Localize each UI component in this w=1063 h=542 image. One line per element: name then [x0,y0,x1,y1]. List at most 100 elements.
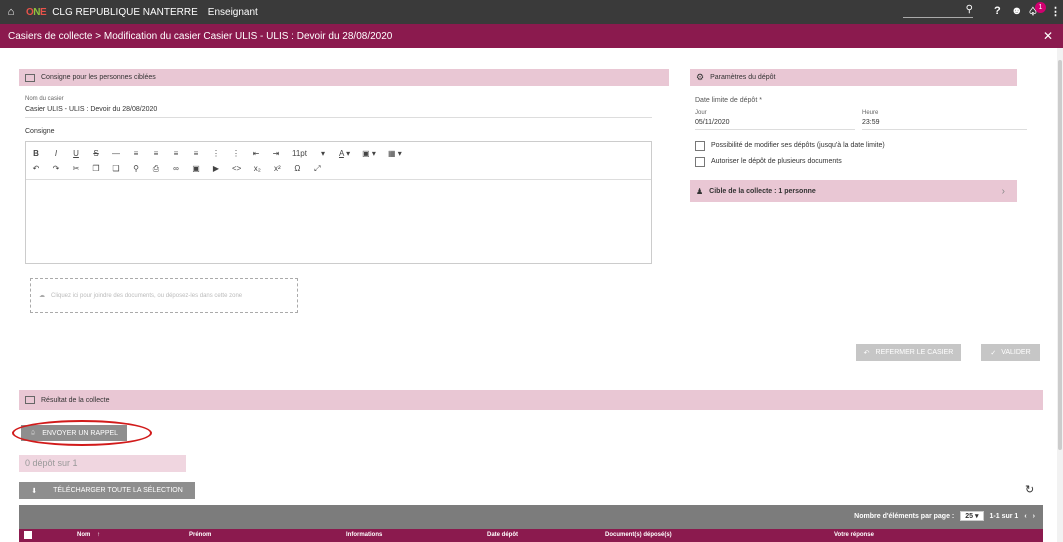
chevron-right-icon[interactable]: › [1002,186,1005,197]
copy-icon[interactable]: ❐ [92,164,100,174]
apps-grid-icon[interactable]: ⋮ [1050,5,1061,18]
table-button[interactable]: ▦ ▾ [388,149,402,158]
app-logo: ONE [26,6,47,18]
file-dropzone[interactable]: ☁ Cliquez ici pour joindre des documents… [30,278,298,313]
underline-button[interactable]: U [72,149,80,158]
prev-page-icon[interactable]: ‹ [1024,513,1026,520]
indent-button[interactable]: ⇥ [272,149,280,158]
target-panel[interactable]: ♟ Cible de la collecte : 1 personne › [690,180,1017,202]
day-field-underline [695,129,855,130]
fullscreen-icon[interactable]: ⤢ [313,164,321,174]
column-documents[interactable]: Document(s) déposé(s) [605,532,672,538]
close-locker-label: REFERMER LE CASIER [875,349,954,356]
home-icon[interactable]: ⌂ [0,6,22,18]
hour-label: Heure [862,110,879,116]
superscript-icon[interactable]: x² [273,164,281,174]
bold-button[interactable]: B [32,149,40,158]
params-panel-header: ⚙ Paramètres du dépôt [690,69,1017,86]
notification-badge: 1 [1035,2,1046,13]
cut-icon[interactable]: ✂ [72,164,80,174]
bullet-list-button[interactable]: ⋮ [212,149,220,158]
text-color-button[interactable]: A ▾ [339,149,350,158]
modify-deposits-label: Possibilité de modifier ses dépôts (jusq… [711,142,885,149]
outdent-button[interactable]: ⇤ [252,149,260,158]
modify-deposits-checkbox[interactable] [695,141,705,151]
image-icon[interactable]: ▣ [192,164,200,174]
redo-icon[interactable]: ↷ [52,164,60,174]
editor-toolbar-row-2: ↶ ↷ ✂ ❐ ❑ ⚲ ⎙ ∞ ▣ ▶ <> x₂ x² Ω ⤢ [32,164,321,174]
special-char-icon[interactable]: Ω [293,164,301,174]
sort-up-icon[interactable]: ↑ [97,532,100,538]
align-center-button[interactable]: ≡ [152,149,160,158]
download-icon: ⬇ [31,487,38,495]
name-field-underline [25,117,652,118]
validate-button[interactable]: ✓ VALIDER [981,344,1040,361]
tray-icon [25,396,35,404]
strike-button[interactable]: S [92,149,100,158]
refresh-icon[interactable]: ↻ [1025,483,1034,496]
link-icon[interactable]: ∞ [172,164,180,174]
undo-icon[interactable]: ↶ [32,164,40,174]
hour-field-underline [862,129,1027,130]
italic-button[interactable]: I [52,149,60,158]
multiple-docs-checkbox[interactable] [695,157,705,167]
check-icon: ✓ [990,349,997,357]
search-input[interactable]: ⚲ [903,4,973,18]
top-bar: ⌂ ONE CLG REPUBLIQUE NANTERRE Enseignant… [0,0,1063,24]
download-selection-label: TÉLÉCHARGER TOUTE LA SÉLECTION [53,487,183,494]
column-informations[interactable]: Informations [346,532,382,538]
help-icon[interactable]: ? [994,5,1001,17]
day-label: Jour [695,110,707,116]
subscript-icon[interactable]: x₂ [253,164,261,174]
column-date-depot[interactable]: Date dépôt [487,532,518,538]
highlight-button[interactable]: ▣ ▾ [362,149,376,158]
select-all-checkbox[interactable] [24,531,32,539]
name-field[interactable]: Casier ULIS - ULIS : Devoir du 28/08/202… [25,106,157,113]
column-prenom[interactable]: Prénom [189,532,211,538]
page-title-bar: Casiers de collecte > Modification du ca… [0,24,1063,48]
media-icon[interactable]: ▶ [212,164,220,174]
highlight-annotation [12,420,152,446]
page-title: Casiers de collecte > Modification du ca… [8,30,393,42]
close-locker-button[interactable]: ↶ REFERMER LE CASIER [856,344,961,361]
column-nom[interactable]: Nom [77,532,90,538]
consigne-label: Consigne [25,128,55,135]
download-selection-button[interactable]: ⬇ TÉLÉCHARGER TOUTE LA SÉLECTION [19,482,195,499]
font-size-dropdown-icon[interactable]: ▾ [319,149,327,158]
school-name: CLG REPUBLIQUE NANTERRE [52,6,198,18]
results-panel-title: Résultat de la collecte [41,396,110,404]
day-field[interactable]: 05/11/2020 [695,119,730,126]
hour-field[interactable]: 23:59 [862,119,880,126]
font-size-select[interactable]: 11pt [292,149,307,158]
per-page-label: Nombre d'éléments par page : [854,512,955,520]
rich-text-editor[interactable]: B I U S — ≡ ≡ ≡ ≡ ⋮ ⋮ ⇤ ⇥ 11pt ▾ A ▾ ▣ ▾… [25,141,652,264]
print-icon[interactable]: ⎙ [152,164,160,174]
paste-icon[interactable]: ❑ [112,164,120,174]
user-icon[interactable]: ☻ [1011,5,1023,17]
next-page-icon[interactable]: › [1033,513,1035,520]
close-icon[interactable]: ✕ [1043,29,1053,43]
deposit-count: 0 dépôt sur 1 [19,455,186,472]
code-icon[interactable]: <> [232,164,241,174]
consigne-panel-title: Consigne pour les personnes ciblées [41,74,156,81]
params-panel-title: Paramètres du dépôt [710,74,776,81]
hr-button[interactable]: — [112,149,120,158]
align-left-button[interactable]: ≡ [132,149,140,158]
per-page-select[interactable]: 25 ▾ [960,511,984,521]
people-icon: ♟ [696,186,704,196]
find-icon[interactable]: ⚲ [132,164,140,174]
name-label: Nom du casier [25,96,64,102]
target-label: Cible de la collecte : 1 personne [709,187,816,195]
gear-icon: ⚙ [696,72,705,82]
numbered-list-button[interactable]: ⋮ [232,149,240,158]
consigne-panel-header: Consigne pour les personnes ciblées [19,69,669,86]
dropzone-text: Cliquez ici pour joindre des documents, … [51,292,243,299]
align-right-button[interactable]: ≡ [172,149,180,158]
search-icon[interactable]: ⚲ [966,4,973,15]
pagination: Nombre d'éléments par page : 25 ▾ 1-1 su… [854,511,1035,521]
user-role: Enseignant [207,6,258,18]
justify-button[interactable]: ≡ [192,149,200,158]
page-scrollbar[interactable] [1057,48,1063,542]
column-votre-reponse[interactable]: Votre réponse [834,532,874,538]
results-panel-header: Résultat de la collecte [19,390,1043,410]
